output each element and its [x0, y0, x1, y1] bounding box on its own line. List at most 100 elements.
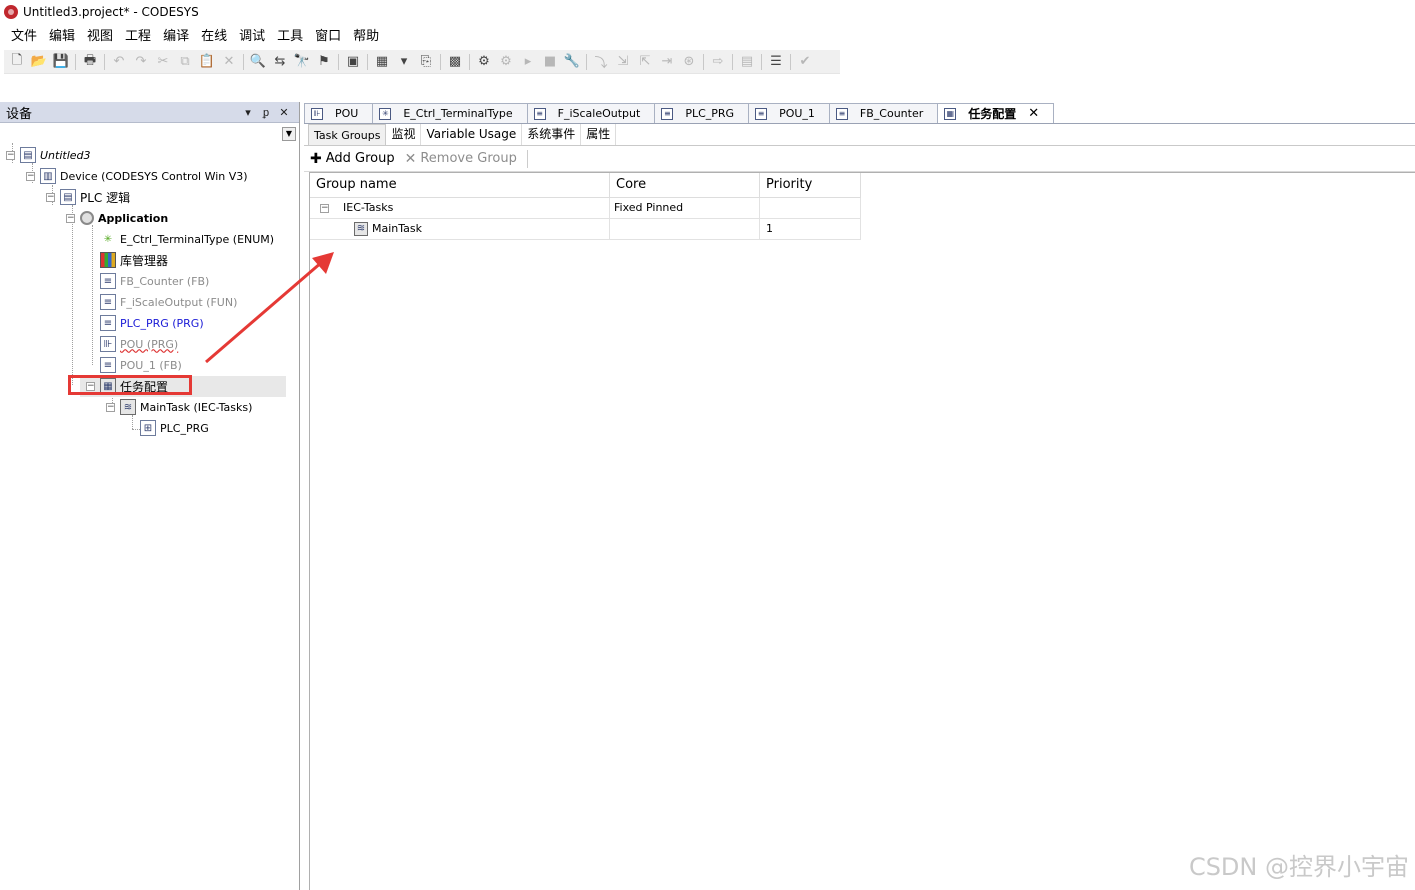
tree-node-project[interactable]: − ▤ Untitled3	[6, 145, 91, 165]
doc-tab[interactable]: ≡ POU_1	[748, 103, 830, 123]
application-gear-icon	[80, 211, 94, 225]
doc-tab-label: E_Ctrl_TerminalType	[403, 107, 513, 120]
bookmark-icon[interactable]: ⚑	[313, 52, 335, 72]
find-replace-icon[interactable]: ⇆	[269, 52, 291, 72]
collapse-icon[interactable]: −	[46, 192, 55, 202]
new-file-icon[interactable]: 🗋	[6, 52, 28, 72]
menu-item[interactable]: 编辑	[43, 27, 81, 47]
menu-item[interactable]: 文件	[5, 27, 43, 47]
cut-icon[interactable]: ✂	[152, 52, 174, 72]
tree-node-label: Device (CODESYS Control Win V3)	[60, 169, 248, 183]
window-icon[interactable]: ▣	[342, 52, 364, 72]
menu-item[interactable]: 视图	[81, 27, 119, 47]
menu-item[interactable]: 在线	[195, 27, 233, 47]
doc-tab[interactable]: ≡ F_iScaleOutput	[526, 103, 656, 123]
delete-icon[interactable]: ✕	[218, 52, 240, 72]
filter-icon[interactable]: ☰	[765, 52, 787, 72]
grid-row[interactable]: − IEC-Tasks Fixed Pinned	[310, 198, 861, 219]
save-icon[interactable]: 💾	[50, 52, 72, 72]
core-cell[interactable]	[610, 219, 760, 239]
tree-node-label: PLC_PRG (PRG)	[120, 316, 204, 330]
collapse-icon[interactable]: −	[6, 150, 15, 160]
stop-icon[interactable]: ■	[539, 52, 561, 72]
doc-tab[interactable]: ≡ PLC_PRG	[654, 103, 750, 123]
close-tab-icon[interactable]: ✕	[1028, 106, 1039, 121]
tree-node-device[interactable]: − ▥ Device (CODESYS Control Win V3)	[26, 166, 248, 186]
doc-icon: ≡	[100, 357, 116, 373]
tree-node-pou[interactable]: ⊪ POU (PRG)	[100, 334, 178, 354]
build-icon[interactable]: ▩	[444, 52, 466, 72]
login-icon[interactable]: ⚙	[473, 52, 495, 72]
tree-node-pou[interactable]: ≡ F_iScaleOutput (FUN)	[100, 292, 237, 312]
doc-tab[interactable]: ⊪ POU	[304, 103, 374, 123]
column-header-core[interactable]: Core	[610, 173, 760, 197]
tree-node-application[interactable]: − Application	[66, 208, 168, 228]
remove-group-button[interactable]: ✕ Remove Group	[405, 151, 517, 167]
doc-tab[interactable]: ▦ 任务配置 ✕	[937, 103, 1055, 123]
redo-icon[interactable]: ↷	[130, 52, 152, 72]
tree-node-main-task[interactable]: − ≋ MainTask (IEC-Tasks)	[106, 397, 252, 417]
toolbar-separator	[440, 53, 441, 70]
print-icon[interactable]: 🖶	[79, 52, 101, 72]
tree-dropdown-icon[interactable]: ▼	[282, 127, 296, 141]
tree-node-pou[interactable]: ✳ E_Ctrl_TerminalType (ENUM)	[100, 229, 274, 249]
step-over-icon[interactable]: ⤵	[590, 52, 612, 72]
menu-item[interactable]: 帮助	[347, 27, 385, 47]
sub-tab[interactable]: Variable Usage	[421, 124, 523, 145]
dropdown-icon[interactable]: ▾	[393, 52, 415, 72]
tree-node-plc-logic[interactable]: − ▤ PLC 逻辑	[46, 187, 130, 207]
menu-item[interactable]: 工程	[119, 27, 157, 47]
reset-icon[interactable]: 🔧	[561, 52, 583, 72]
pin-icon[interactable]: ᵱ	[257, 106, 275, 119]
find-icon[interactable]: 🔍	[247, 52, 269, 72]
tree-node-pou[interactable]: ≡ PLC_PRG (PRG)	[100, 313, 204, 333]
collapse-icon[interactable]: −	[66, 213, 75, 223]
forward-icon[interactable]: ⇨	[707, 52, 729, 72]
add-object-icon[interactable]: ▦	[371, 52, 393, 72]
sub-tab[interactable]: Task Groups	[308, 124, 387, 145]
menu-item[interactable]: 窗口	[309, 27, 347, 47]
doc-tab[interactable]: ✳ E_Ctrl_TerminalType	[372, 103, 528, 123]
doc-icon: ≡	[533, 107, 546, 120]
sub-tab[interactable]: 监视	[386, 124, 422, 145]
sub-tab[interactable]: 属性	[581, 124, 617, 145]
breakpoint-icon[interactable]: ⊛	[678, 52, 700, 72]
properties-icon[interactable]: ⎘	[415, 52, 437, 72]
ladder-icon: ⊪	[100, 336, 116, 352]
menu-item[interactable]: 工具	[271, 27, 309, 47]
close-pane-icon[interactable]: ✕	[275, 106, 293, 119]
add-group-button[interactable]: ✚ Add Group	[310, 151, 395, 167]
collapse-icon[interactable]: −	[106, 402, 115, 412]
column-header-priority[interactable]: Priority	[760, 173, 861, 197]
step-into-icon[interactable]: ⇲	[612, 52, 634, 72]
start-icon[interactable]: ▸	[517, 52, 539, 72]
tree-node-pou[interactable]: ≡ FB_Counter (FB)	[100, 271, 209, 291]
menu-bar: 文件 编辑 视图 工程 编译 在线 调试 工具 窗口 帮助	[0, 26, 385, 48]
watch-icon[interactable]: ▤	[736, 52, 758, 72]
tree-line	[132, 415, 133, 429]
pane-menu-icon[interactable]: ▾	[239, 106, 257, 119]
grid-row[interactable]: ≋ MainTask 1	[310, 219, 861, 240]
step-out-icon[interactable]: ⇱	[634, 52, 656, 72]
run-to-cursor-icon[interactable]: ⇥	[656, 52, 678, 72]
doc-tab[interactable]: ≡ FB_Counter	[828, 103, 939, 123]
tree-node-pou[interactable]: ≡ POU_1 (FB)	[100, 355, 182, 375]
collapse-icon[interactable]: −	[320, 203, 329, 213]
undo-icon[interactable]: ↶	[108, 52, 130, 72]
open-folder-icon[interactable]: 📂	[28, 52, 50, 72]
sub-tab[interactable]: 系统事件	[522, 124, 582, 145]
tree-node-plc-prg-call[interactable]: ⊞ PLC_PRG	[140, 418, 209, 438]
copy-icon[interactable]: ⧉	[174, 52, 196, 72]
priority-cell[interactable]	[760, 198, 861, 218]
column-header-group-name[interactable]: Group name	[310, 173, 610, 197]
logout-icon[interactable]: ⚙	[495, 52, 517, 72]
tree-node-pou[interactable]: 库管理器	[100, 250, 168, 270]
menu-item[interactable]: 编译	[157, 27, 195, 47]
menu-item[interactable]: 调试	[233, 27, 271, 47]
browse-icon[interactable]: 🔭	[291, 52, 313, 72]
collapse-icon[interactable]: −	[26, 171, 35, 181]
paste-icon[interactable]: 📋	[196, 52, 218, 72]
core-cell[interactable]: Fixed Pinned	[610, 198, 760, 218]
priority-cell[interactable]: 1	[760, 219, 861, 239]
check-icon[interactable]: ✔	[794, 52, 816, 72]
